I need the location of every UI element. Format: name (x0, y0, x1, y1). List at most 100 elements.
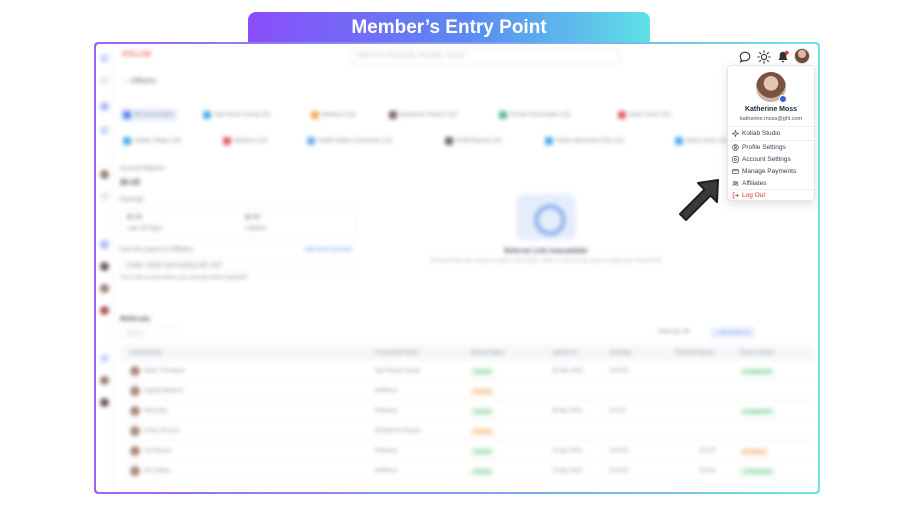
balance-label: Account Balance (120, 166, 166, 172)
cell-name: Angela Martinez (144, 388, 184, 394)
payout-row: Earn the payout to Affiliates Add bank a… (120, 247, 356, 255)
community-chip[interactable]: Private Chat Region (13) (496, 108, 575, 122)
avatar (130, 366, 140, 376)
cell-community: Wellness (375, 468, 398, 474)
rail-icon[interactable] (100, 192, 109, 201)
breadcrumb: ‹ Affiliates (124, 78, 157, 85)
referrals-search-input[interactable]: Search (120, 327, 180, 339)
referrals-heading: Referrals (120, 316, 151, 323)
profile-name: Katherine Moss (744, 106, 798, 113)
column-header[interactable]: Payout Status (740, 350, 774, 356)
community-chip[interactable]: Wellness (13) (220, 134, 272, 148)
menu-item-affiliates[interactable]: Affiliates (732, 178, 812, 189)
table-row[interactable]: Rita Kelly Wellness Joined 04 Apr 2024 $ 0.0… (120, 401, 814, 421)
rail-avatar[interactable] (100, 262, 109, 271)
cell-community: Wellness (375, 448, 398, 454)
rail-avatar[interactable] (100, 398, 109, 407)
menu-divider (728, 126, 814, 127)
community-chip[interactable]: Smiles Movement Club (13) (542, 134, 628, 148)
table-row[interactable]: Elijah Thompson Tap Fitness Group Joined 03… (120, 361, 814, 381)
verified-badge-icon (779, 95, 787, 103)
avatar (130, 446, 140, 456)
earn-caption: Last 30 Days (127, 226, 163, 232)
empty-state: Referral Link Unavailable Referral links… (426, 194, 666, 264)
community-chip[interactable]: Of All Reports (13) (442, 134, 505, 148)
community-chip[interactable]: Holistic Village (13) (120, 134, 185, 148)
community-chip[interactable]: Wellness (13) (308, 108, 360, 122)
rail-icon[interactable] (100, 102, 109, 111)
cell-status: Invited (470, 388, 495, 396)
rail-avatar[interactable] (100, 306, 109, 315)
breadcrumb-label: Affiliates (130, 78, 157, 85)
cell-date: 13 Apr 2024 (552, 468, 582, 474)
logout-icon (732, 192, 739, 199)
table-row[interactable]: Emily Johnson Bookworm Players Invited (120, 421, 814, 441)
cell-status: Joined (470, 408, 495, 416)
rail-icon[interactable] (100, 240, 109, 249)
lifetime-value: $0.00 (245, 215, 261, 221)
column-header[interactable]: Community Name (375, 350, 419, 356)
cell-pending: $ 0.00 (700, 468, 716, 474)
menu-item-label: Log Out (742, 192, 766, 199)
referrals-filter[interactable]: Referrals: All (658, 329, 689, 335)
cell-community: Wellness (375, 408, 398, 414)
cell-payout: Completed (740, 368, 775, 376)
rail-icon[interactable] (100, 126, 109, 135)
referrals-table-body: Elijah Thompson Tap Fitness Group Joined 03… (120, 361, 814, 481)
app-screen: KOLLAB Search for community, message, tu… (96, 44, 818, 492)
profile-avatar-button[interactable] (794, 48, 810, 64)
menu-item-log-out[interactable]: Log Out (732, 190, 812, 201)
sparkle-icon (732, 130, 739, 137)
cell-community: Tap Fitness Group (375, 368, 420, 374)
table-row[interactable]: Ana Mateo Wellness Joined 13 Apr 2024 $ 20.0… (120, 461, 814, 481)
profile-email: katherine.moss@ghl.com (739, 116, 803, 122)
bell-icon[interactable] (776, 50, 790, 64)
menu-item-kollab-studio[interactable]: Kollab Studio (732, 128, 812, 139)
settings-icon (732, 156, 739, 163)
rail-icon[interactable] (100, 76, 109, 85)
cell-status: Joined (470, 368, 495, 376)
community-chip[interactable]: Home Circle (13) (615, 108, 675, 122)
add-referral-button[interactable]: + Add Referral (710, 327, 756, 339)
column-header[interactable]: Invited Name (130, 350, 162, 356)
column-header[interactable]: Pending Payout (675, 350, 714, 356)
avatar (130, 466, 140, 476)
rail-avatar[interactable] (100, 376, 109, 385)
payout-select[interactable]: Credit / Debit Card ending with 1167 (120, 259, 356, 271)
rail-avatar[interactable] (100, 284, 109, 293)
banner-title: Member’s Entry Point (248, 12, 650, 43)
menu-item-account-settings[interactable]: Account Settings (732, 154, 812, 165)
menu-item-manage-payments[interactable]: Manage Payments (732, 166, 812, 177)
app-logo: KOLLAB (122, 51, 152, 58)
community-chip[interactable]: Active Circle (13) (672, 134, 732, 148)
community-chip[interactable]: Bookworm Players (13) (386, 108, 461, 122)
rail-icon[interactable] (100, 54, 109, 63)
table-row[interactable]: Carl Brown Wellness Joined 12 Apr 2024 $ 20.… (120, 441, 814, 461)
column-header[interactable]: Joining Status (470, 350, 505, 356)
menu-item-profile-settings[interactable]: Profile Settings (732, 142, 812, 153)
earn-value: $0.00 (127, 215, 143, 221)
cell-name: Carl Brown (144, 448, 172, 454)
pointer-arrow-icon (679, 179, 719, 221)
top-bar: KOLLAB Search for community, message, tu… (114, 44, 818, 70)
chat-icon[interactable] (738, 50, 752, 64)
community-chip[interactable]: All Communities (120, 108, 178, 122)
avatar (130, 406, 140, 416)
cell-status: Joined (470, 448, 495, 456)
column-header[interactable]: Earnings (610, 350, 632, 356)
community-chip[interactable]: Tap Fitness Group (13) (200, 108, 274, 122)
add-bank-link[interactable]: Add bank account (304, 247, 352, 253)
column-header[interactable]: Joined On (552, 350, 577, 356)
rail-avatar[interactable] (100, 170, 109, 179)
cell-community: Wellness (375, 388, 398, 394)
rail-icon[interactable] (100, 354, 109, 363)
table-row[interactable]: Angela Martinez Wellness Invited (120, 381, 814, 401)
menu-item-label: Account Settings (742, 156, 791, 163)
sun-icon[interactable] (757, 50, 771, 64)
cell-pending: $ 0.00 (700, 448, 716, 454)
empty-text: Referral links are unique to each commun… (430, 258, 662, 264)
global-search-input[interactable]: Search for community, message, tutorial (350, 49, 620, 65)
cell-earnings: $ 20.00 (610, 448, 629, 454)
cell-date: 12 Apr 2024 (552, 448, 582, 454)
community-chip[interactable]: Health Nation Community (13) (304, 134, 396, 148)
